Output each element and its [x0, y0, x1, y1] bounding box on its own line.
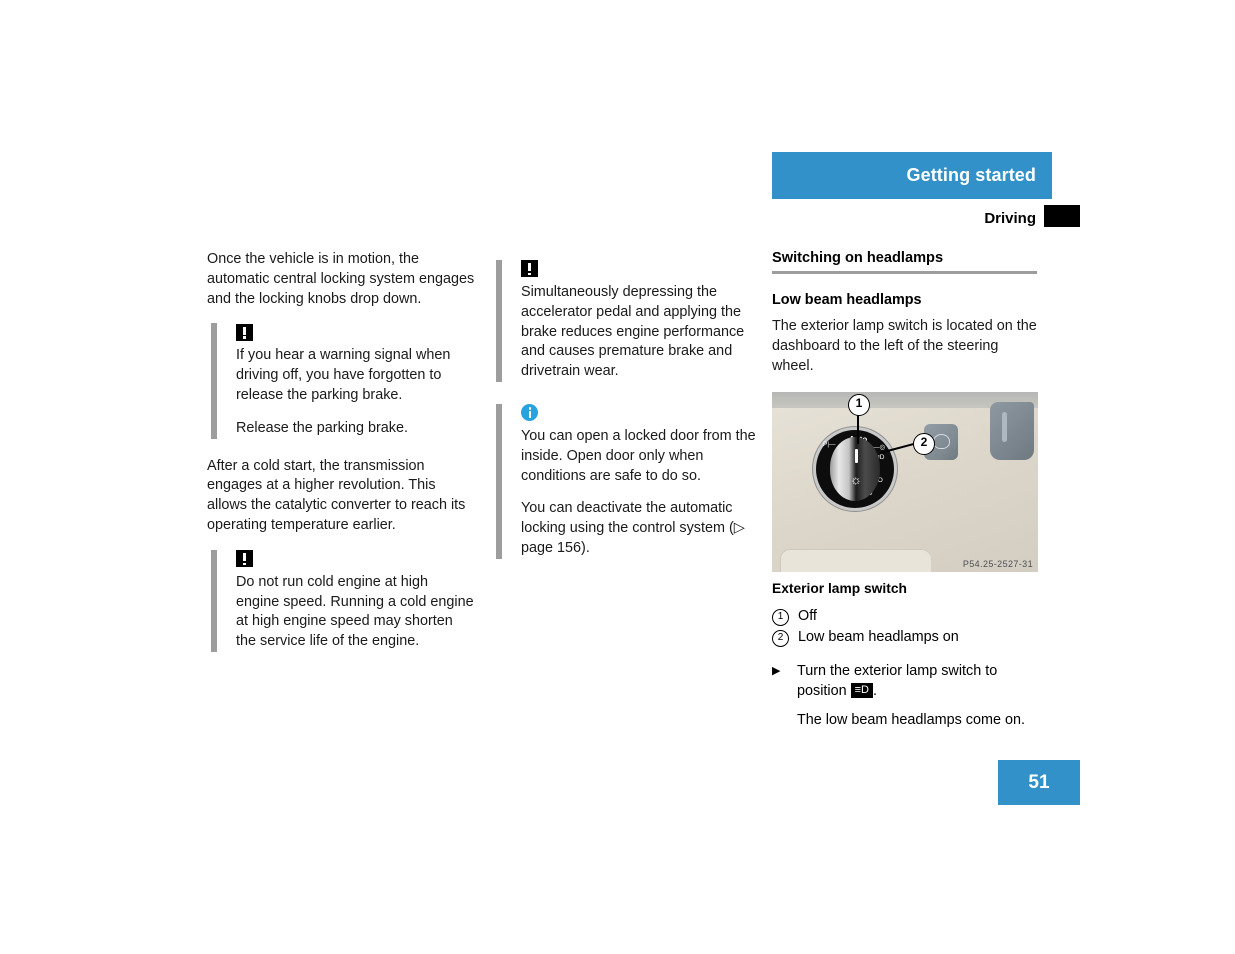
warning-icon-wrapper [236, 323, 475, 341]
warning-icon [236, 323, 253, 341]
info-note-locked-door: You can open a locked door from the insi… [492, 403, 758, 559]
note-line: Do not run cold engine at high engine sp… [236, 573, 474, 650]
chapter-thumb-tab [1044, 205, 1080, 227]
door-trim-handle [990, 402, 1034, 461]
step-text-before: Turn the exterior lamp switch to positio… [797, 663, 998, 700]
figure-caption: Exterior lamp switch [772, 581, 907, 597]
warning-note-parking-brake: If you hear a warning signal when drivin… [207, 323, 475, 439]
sub-heading: Low beam headlamps [772, 292, 922, 308]
paragraph-switch-location: The exterior lamp switch is located on t… [772, 318, 1037, 374]
note-rule [496, 403, 502, 559]
knob-indicator-line [855, 449, 858, 464]
exterior-lamp-switch-photo: P|— Auto —◎ ≡D ≡O ≡D ☼ 1 2 P54.25-2527-3… [772, 392, 1038, 573]
dial-label-parking: P|— [823, 441, 836, 449]
step-text-after: . [872, 683, 877, 700]
warning-note-cold-engine: Do not run cold engine at high engine sp… [207, 549, 475, 652]
rotary-switch-dial: P|— Auto —◎ ≡D ≡O ≡D ☼ [816, 430, 894, 509]
page-number: 51 [998, 760, 1080, 805]
step-result-text: The low beam headlamps come on. [797, 712, 1025, 729]
info-icon [521, 404, 538, 422]
legend-number: 1 [772, 609, 789, 627]
warning-icon-wrapper [236, 550, 475, 568]
step-arrow-icon: ▶ [772, 665, 781, 678]
warning-icon [236, 550, 253, 568]
section-heading-rule [772, 271, 1037, 274]
low-beam-symbol-icon: ≡D [850, 683, 873, 699]
column-middle: Simultaneously depressing the accelerato… [492, 250, 758, 577]
note-rule [496, 260, 502, 382]
instruction-step: ▶ Turn the exterior lamp switch to posit… [772, 661, 1040, 701]
figure-reference-code: P54.25-2527-31 [962, 559, 1033, 570]
column-left: Once the vehicle is in motion, the autom… [207, 250, 475, 670]
page-title: Getting started [906, 165, 1036, 185]
callout-leader-1 [857, 414, 859, 445]
legend-item-2: 2 Low beam headlamps on [772, 627, 1040, 648]
header-subtitle-row: Driving [772, 205, 1080, 231]
legend-item-1: 1 Off [772, 606, 1040, 627]
legend-label: Low beam headlamps on [798, 629, 959, 646]
rotary-knob[interactable]: ☼ [830, 437, 880, 502]
warning-icon-wrapper [521, 260, 758, 278]
page-header: Getting started Driving [772, 152, 1080, 231]
warning-icon [521, 260, 538, 278]
legend-number: 2 [772, 630, 789, 648]
step-text: Turn the exterior lamp switch to positio… [797, 661, 1040, 701]
warning-note-accelerator-brake: Simultaneously depressing the accelerato… [492, 260, 758, 382]
lower-panel [780, 549, 931, 573]
header-accent-bar: Getting started [772, 152, 1052, 199]
legend-label: Off [798, 608, 817, 625]
note-line: Release the parking brake. [236, 419, 408, 436]
section-heading: Switching on headlamps [772, 250, 944, 266]
paragraph-intro: Once the vehicle is in motion, the autom… [207, 251, 475, 307]
note-line: You can deactivate the automatic locking… [521, 500, 745, 556]
column-right: Switching on headlamps Low beam headlamp… [772, 250, 1040, 730]
note-rule [211, 549, 217, 652]
note-line: Simultaneously depressing the accelerato… [521, 284, 745, 380]
note-line: You can open a locked door from the insi… [521, 427, 756, 484]
header-subtitle: Driving [984, 209, 1036, 227]
headlamp-glyph-icon: ☼ [850, 472, 862, 488]
paragraph-cold-start: After a cold start, the transmission eng… [207, 457, 466, 533]
note-rule [211, 323, 217, 439]
note-line: If you hear a warning signal when drivin… [236, 347, 451, 403]
info-icon-wrapper [521, 404, 758, 422]
